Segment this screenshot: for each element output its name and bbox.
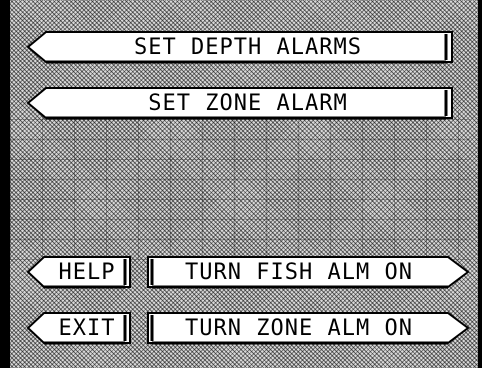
alarm-menu-screen: SET DEPTH ALARMS SET ZONE ALARM HELP TUR…	[0, 0, 482, 368]
turn-fish-alarm-on-button[interactable]: TURN FISH ALM ON	[146, 255, 470, 289]
set-depth-alarms-label: SET DEPTH ALARMS	[134, 34, 362, 60]
screen-border-left	[0, 0, 10, 368]
set-zone-alarm-label: SET ZONE ALARM	[148, 90, 348, 116]
help-label: HELP	[58, 259, 116, 285]
turn-fish-alarm-on-label: TURN FISH ALM ON	[185, 259, 413, 285]
set-depth-alarms-button[interactable]: SET DEPTH ALARMS	[26, 30, 454, 64]
exit-label: EXIT	[58, 315, 116, 341]
screen-border-right	[478, 0, 482, 368]
background-grid	[10, 110, 470, 260]
turn-zone-alarm-on-button[interactable]: TURN ZONE ALM ON	[146, 311, 470, 345]
help-button[interactable]: HELP	[26, 255, 132, 289]
turn-zone-alarm-on-label: TURN ZONE ALM ON	[185, 315, 413, 341]
exit-button[interactable]: EXIT	[26, 311, 132, 345]
set-zone-alarm-button[interactable]: SET ZONE ALARM	[26, 86, 454, 120]
